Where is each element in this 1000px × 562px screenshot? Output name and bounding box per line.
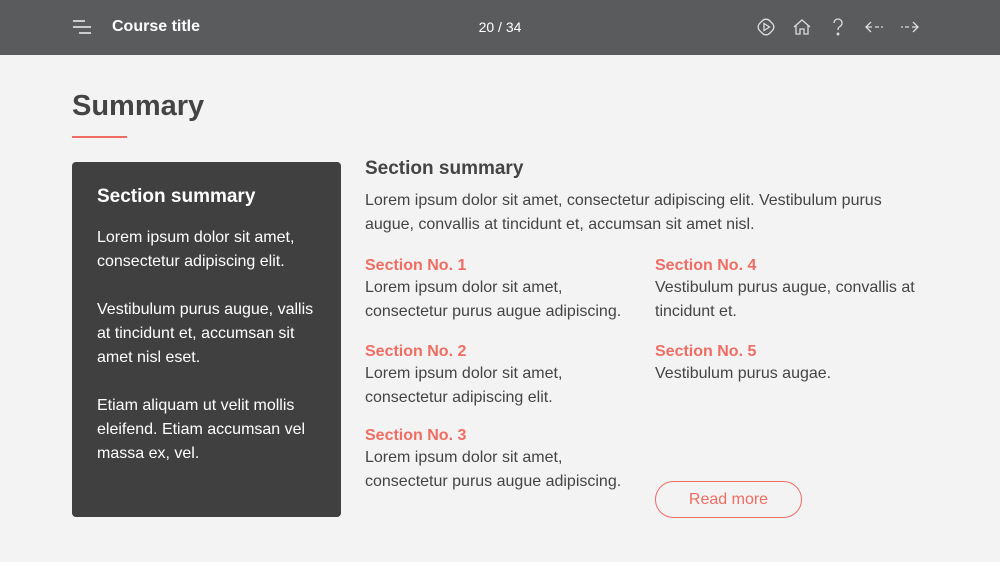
section-text: Lorem ipsum dolor sit amet, consectetur … [365, 449, 622, 490]
card-paragraph: Lorem ipsum dolor sit amet, consectetur … [97, 229, 295, 270]
main-content: Section summary Lorem ipsum dolor sit am… [365, 158, 935, 237]
section-item: Section No. 4 Vestibulum purus augue, con… [655, 256, 925, 324]
section-item: Section No. 5 Vestibulum purus augae. [655, 342, 935, 386]
top-bar: Course title 20 / 34 [0, 0, 1000, 55]
card-paragraph: Etiam aliquam ut velit mollis eleifend. … [97, 397, 306, 462]
section-item: Section No. 1 Lorem ipsum dolor sit amet,… [365, 256, 645, 324]
play-icon[interactable] [755, 15, 777, 39]
section-heading: Section No. 1 [365, 257, 467, 274]
section-text: Vestibulum purus augae. [655, 365, 832, 382]
home-icon[interactable] [791, 15, 813, 39]
arrow-right-icon[interactable] [899, 15, 921, 39]
section-heading: Section No. 4 [655, 257, 757, 274]
section-title: Section summary [365, 158, 524, 179]
help-icon[interactable] [827, 15, 849, 39]
card-title: Section summary [97, 186, 256, 207]
read-more-button[interactable]: Read more [655, 481, 802, 518]
title-underline [72, 136, 127, 138]
card-paragraph: Vestibulum purus augue, vallis at tincid… [97, 301, 314, 366]
section-text: Vestibulum purus augue, convallis at tin… [655, 279, 915, 320]
section-item: Section No. 2 Lorem ipsum dolor sit amet,… [365, 342, 645, 410]
page-title: Summary [72, 90, 205, 122]
intro-text: Lorem ipsum dolor sit amet, consectetur … [365, 192, 882, 233]
section-text: Lorem ipsum dolor sit amet, consectetur … [365, 365, 563, 406]
section-heading: Section No. 2 [365, 343, 467, 360]
arrow-left-icon[interactable] [863, 15, 885, 39]
section-heading: Section No. 5 [655, 343, 757, 360]
section-heading: Section No. 3 [365, 427, 467, 444]
section-item: Section No. 3 Lorem ipsum dolor sit amet,… [365, 426, 645, 494]
summary-card: Section summary Lorem ipsum dolor sit am… [72, 162, 341, 517]
section-text: Lorem ipsum dolor sit amet, consectetur … [365, 279, 622, 320]
